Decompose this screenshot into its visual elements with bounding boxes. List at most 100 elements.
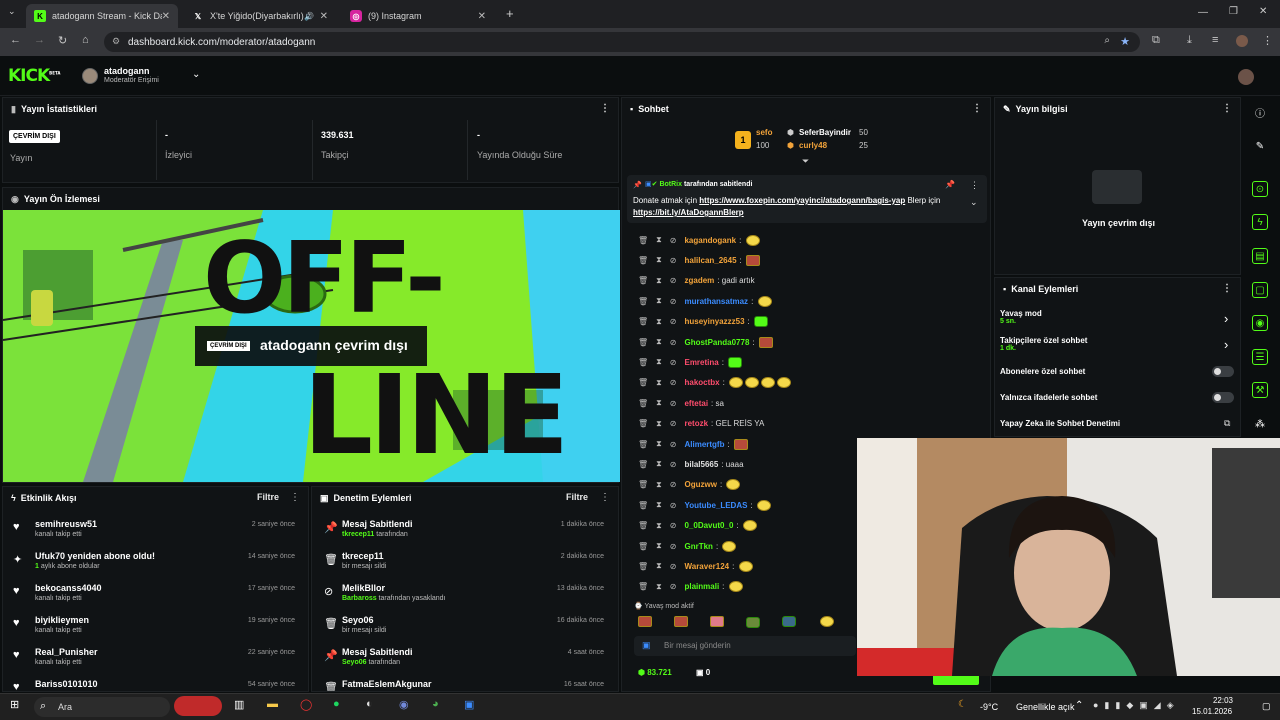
emotes-only-toggle[interactable] <box>1212 392 1234 403</box>
browser-menu-icon[interactable]: ⋮ <box>1262 34 1273 47</box>
ban-icon[interactable]: ⊘ <box>670 440 677 449</box>
chevron-right-icon[interactable]: › <box>1224 311 1228 326</box>
file-explorer-icon[interactable]: ▬ <box>267 698 278 710</box>
chat-username[interactable]: Youtube_LEDAS <box>684 501 747 510</box>
timeout-icon[interactable]: ⧗ <box>656 500 662 510</box>
leader-name[interactable]: sefo <box>756 128 772 137</box>
ban-icon[interactable]: ⊘ <box>670 562 677 571</box>
chat-username[interactable]: bilal5665 <box>684 460 718 469</box>
timeout-icon[interactable]: ⧗ <box>656 296 662 306</box>
timeout-icon[interactable]: ⧗ <box>656 357 662 367</box>
chat-username[interactable]: huseyinyazzz53 <box>684 317 744 326</box>
close-tab-icon[interactable]: ✕ <box>478 11 486 22</box>
chat-menu-icon[interactable]: ⋮ <box>972 103 982 114</box>
store-icon[interactable]: ▣ <box>464 698 474 711</box>
ban-icon[interactable]: ⊘ <box>670 297 677 306</box>
ban-icon[interactable]: ⊘ <box>670 236 677 245</box>
delete-message-icon[interactable]: 🗑 <box>638 338 648 347</box>
tray-icons[interactable]: ●▮▮◆▣◢◈ <box>1093 700 1180 711</box>
target-icon[interactable]: ⊙ <box>1252 181 1268 197</box>
chat-username[interactable]: halilcan_2645 <box>684 256 736 265</box>
home-icon[interactable]: ⌂ <box>82 34 89 46</box>
delete-message-icon[interactable]: 🗑 <box>638 562 648 571</box>
ban-icon[interactable]: ⊘ <box>670 542 677 551</box>
chat-username[interactable]: plainmali <box>684 582 719 591</box>
emote-icon[interactable] <box>746 617 760 628</box>
timeout-icon[interactable]: ⧗ <box>656 337 662 347</box>
channel-name[interactable]: atadogann <box>104 66 150 76</box>
weather-temp[interactable]: -9°C <box>980 702 998 712</box>
moderation-menu-icon[interactable]: ⋮ <box>600 492 610 503</box>
emote-icon[interactable] <box>638 616 652 627</box>
delete-message-icon[interactable]: 🗑 <box>638 542 648 551</box>
chat-username[interactable]: zgadem <box>684 276 714 285</box>
edit-icon[interactable]: ✎ <box>1252 138 1268 154</box>
delete-message-icon[interactable]: 🗑 <box>638 297 648 306</box>
downloads-icon[interactable]: ⤓ <box>1187 34 1192 47</box>
tab-instagram[interactable]: ◎ (9) Instagram ✕ <box>342 4 494 28</box>
broadcast-icon[interactable]: ◉ <box>1252 315 1268 331</box>
clock-time[interactable]: 22:03 <box>1205 696 1233 705</box>
reload-icon[interactable]: ↻ <box>58 34 67 47</box>
discord-icon[interactable]: ◉ <box>399 698 409 711</box>
timeout-icon[interactable]: ⧗ <box>656 317 662 327</box>
expand-chevron-icon[interactable]: ⌄ <box>970 197 978 208</box>
external-link-icon[interactable]: ⧉ <box>1224 418 1230 429</box>
chat-username[interactable]: GnrTkn <box>684 542 712 551</box>
ban-icon[interactable]: ⊘ <box>670 399 677 408</box>
emote-icon[interactable] <box>674 616 688 627</box>
timeout-icon[interactable]: ⧗ <box>656 459 662 469</box>
windows-start-icon[interactable]: ⊞ <box>10 698 19 711</box>
slow-mode-setting[interactable]: Yavaş mod 5 sn. <box>1000 309 1042 325</box>
timeout-icon[interactable]: ⧗ <box>656 276 662 286</box>
user-avatar[interactable] <box>1238 69 1254 85</box>
widgets-icon[interactable]: ⁂ <box>1252 416 1268 432</box>
emote-icon[interactable] <box>820 616 834 627</box>
ban-icon[interactable]: ⊘ <box>670 460 677 469</box>
zoom-icon[interactable]: ⌕ <box>1104 35 1110 46</box>
ban-icon[interactable]: ⊘ <box>670 358 677 367</box>
ban-icon[interactable]: ⊘ <box>670 480 677 489</box>
channel-points[interactable]: ⬢ 83.721 <box>638 668 672 677</box>
emote-icon[interactable] <box>710 616 724 627</box>
subscribers-only-toggle[interactable] <box>1212 366 1234 377</box>
chrome-icon[interactable]: ◕ <box>432 698 439 710</box>
ban-icon[interactable]: ⊘ <box>670 378 677 387</box>
opera-icon[interactable]: ◯ <box>300 698 312 711</box>
chat-username[interactable]: Waraver124 <box>684 562 729 571</box>
close-window-icon[interactable]: ✕ <box>1259 6 1267 17</box>
channel-switch-chevron-icon[interactable]: ⌄ <box>192 69 200 80</box>
timeout-icon[interactable]: ⧗ <box>656 235 662 245</box>
close-tab-icon[interactable]: ✕ <box>320 11 328 22</box>
back-icon[interactable]: ← <box>10 34 21 46</box>
timeout-icon[interactable]: ⧗ <box>656 419 662 429</box>
delete-message-icon[interactable]: 🗑 <box>638 480 648 489</box>
chat-username[interactable]: Oguzww <box>684 480 716 489</box>
chat-input[interactable]: ▣ Bir mesaj gönderin <box>634 636 856 656</box>
delete-message-icon[interactable]: 🗑 <box>638 317 648 326</box>
kick-logo[interactable]: KICKBETA <box>8 66 60 86</box>
chat-username[interactable]: hakoctbx <box>684 378 719 387</box>
audio-icon[interactable]: 🔊 <box>304 12 314 21</box>
ban-icon[interactable]: ⊘ <box>670 338 677 347</box>
collapse-icon[interactable]: ⏷ <box>802 156 809 167</box>
forward-icon[interactable]: → <box>34 34 45 46</box>
delete-message-icon[interactable]: 🗑 <box>638 358 648 367</box>
gift-count[interactable]: ▣ 0 <box>696 668 710 677</box>
stats-menu-icon[interactable]: ⋮ <box>600 103 610 114</box>
ban-icon[interactable]: ⊘ <box>670 582 677 591</box>
delete-message-icon[interactable]: 🗑 <box>638 419 648 428</box>
chat-username[interactable]: eftetai <box>684 399 708 408</box>
leader-name[interactable]: curly48 <box>799 141 827 150</box>
tab-search-icon[interactable]: ⌄ <box>8 6 16 17</box>
ban-icon[interactable]: ⊘ <box>670 256 677 265</box>
minimize-icon[interactable]: — <box>1198 7 1208 18</box>
site-info-icon[interactable]: ⚙ <box>112 36 120 47</box>
ban-icon[interactable]: ⊘ <box>670 317 677 326</box>
ban-icon[interactable]: ⊘ <box>670 276 677 285</box>
tab-kick-dashboard[interactable]: K atadogann Stream - Kick Dashb ✕ <box>26 4 178 28</box>
ban-icon[interactable]: ⊘ <box>670 419 677 428</box>
timeout-icon[interactable]: ⧗ <box>656 439 662 449</box>
list-icon[interactable]: ☰ <box>1252 349 1268 365</box>
delete-message-icon[interactable]: 🗑 <box>638 521 648 530</box>
